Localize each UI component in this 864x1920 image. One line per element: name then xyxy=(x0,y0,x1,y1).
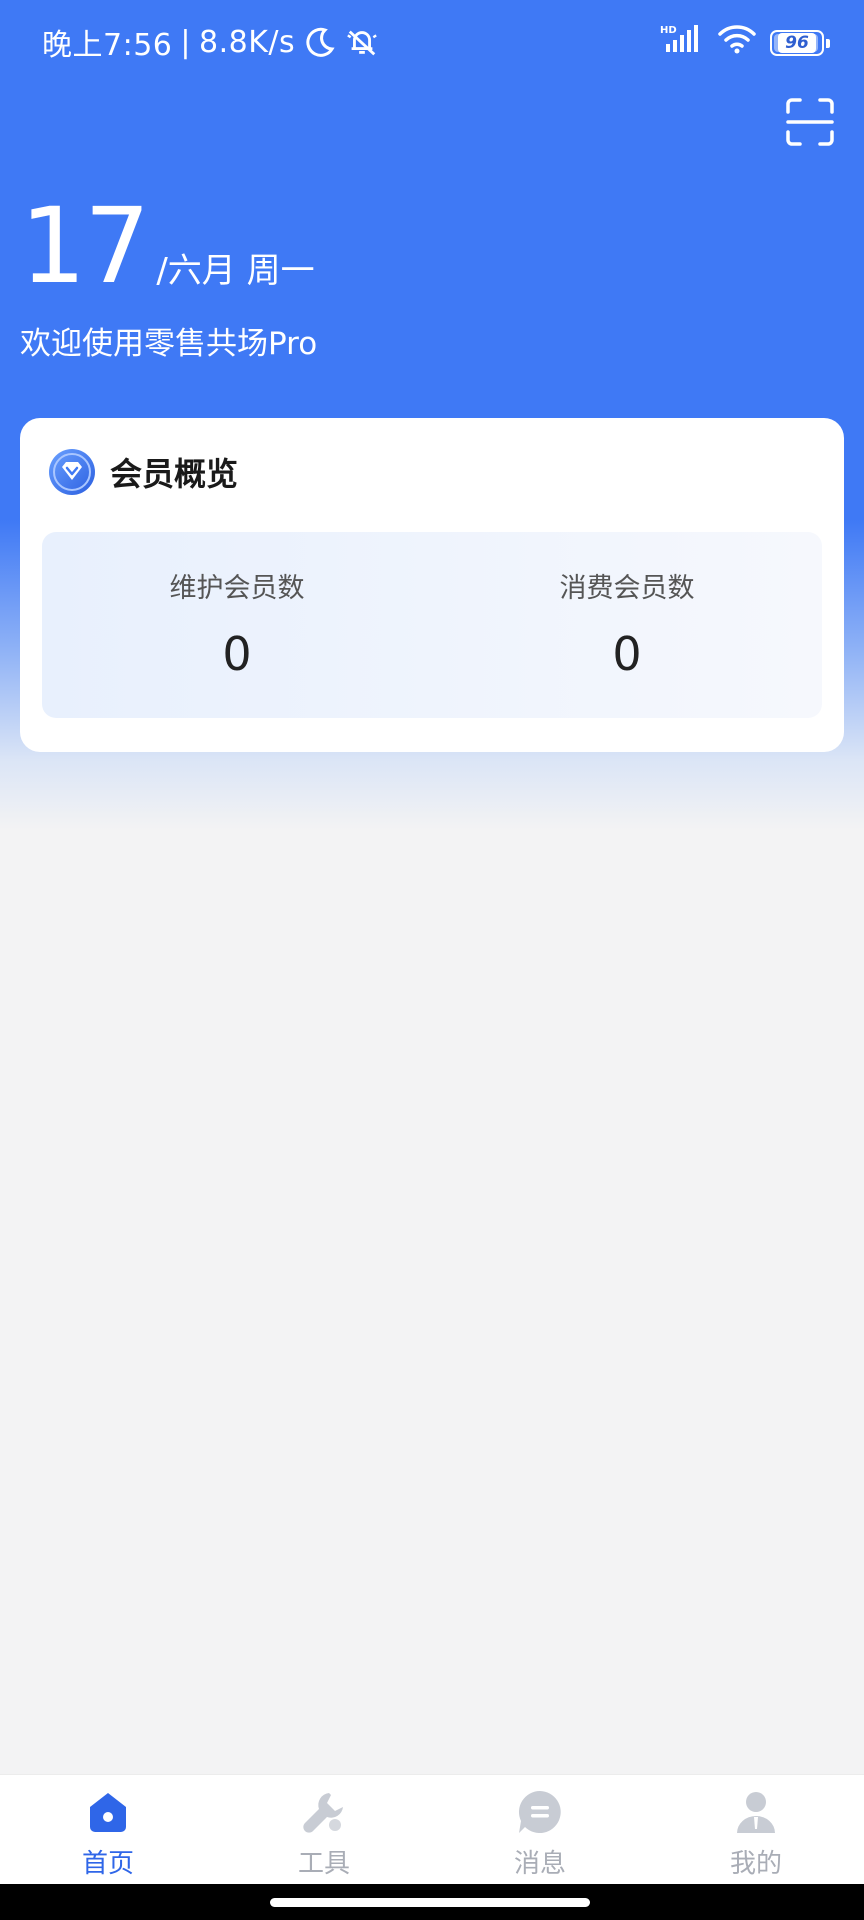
scan-button[interactable] xyxy=(784,96,836,148)
battery-level: 96 xyxy=(778,33,816,53)
stat-value: 0 xyxy=(222,627,252,681)
message-icon xyxy=(518,1791,561,1833)
status-right: HD 96 xyxy=(660,24,830,62)
member-overview-card: 会员概览 维护会员数 0 消费会员数 0 xyxy=(20,418,844,752)
network-speed: 8.8K/s xyxy=(198,24,296,60)
status-bar: 晚上7:56 | 8.8K/s HD 96 xyxy=(0,0,864,80)
nav-label: 首页 xyxy=(81,1849,134,1879)
nav-label: 工具 xyxy=(297,1849,350,1879)
status-separator: | xyxy=(180,24,191,60)
nav-label: 我的 xyxy=(729,1849,782,1879)
stat-label: 消费会员数 xyxy=(559,573,695,604)
mute-bell-icon xyxy=(345,25,379,59)
nav-item-profile[interactable]: 我的 xyxy=(648,1775,864,1884)
gesture-bar xyxy=(0,1884,864,1920)
date-day: 17 xyxy=(20,185,150,307)
card-header: 会员概览 xyxy=(48,448,238,496)
nav-item-messages[interactable]: 消息 xyxy=(432,1775,648,1884)
moon-icon xyxy=(303,25,337,59)
welcome-text: 欢迎使用零售共场Pro xyxy=(20,326,318,362)
wifi-icon xyxy=(718,24,756,62)
battery-icon: 96 xyxy=(770,30,830,56)
stat-value: 0 xyxy=(612,627,642,681)
nav-item-home[interactable]: 首页 xyxy=(0,1775,216,1884)
home-icon xyxy=(90,1793,126,1832)
home-indicator[interactable] xyxy=(270,1898,590,1907)
diamond-shield-icon xyxy=(49,449,95,495)
member-stats: 维护会员数 0 消费会员数 0 xyxy=(42,532,822,718)
stat-maintained-members[interactable]: 维护会员数 0 xyxy=(42,532,432,718)
signal-icon: HD xyxy=(660,24,704,62)
date-display: 17 /六月 周一 xyxy=(20,185,315,307)
nav-label: 消息 xyxy=(513,1849,566,1879)
svg-text:HD: HD xyxy=(660,25,677,36)
person-icon xyxy=(737,1792,775,1833)
stat-label: 维护会员数 xyxy=(169,573,305,604)
home-screen: 晚上7:56 | 8.8K/s HD 96 17 /六月 周一 欢迎使用零售共场… xyxy=(0,0,864,1920)
wrench-icon xyxy=(303,1793,343,1833)
scan-icon xyxy=(786,98,834,146)
date-month-weekday: /六月 周一 xyxy=(156,251,315,291)
nav-item-tools[interactable]: 工具 xyxy=(216,1775,432,1884)
stat-consuming-members[interactable]: 消费会员数 0 xyxy=(432,532,822,718)
card-title: 会员概览 xyxy=(110,455,239,493)
bottom-nav: 首页 工具 消息 我的 xyxy=(0,1774,864,1884)
status-time: 晚上7:56 xyxy=(42,28,173,63)
status-left: 晚上7:56 | 8.8K/s xyxy=(42,20,379,64)
